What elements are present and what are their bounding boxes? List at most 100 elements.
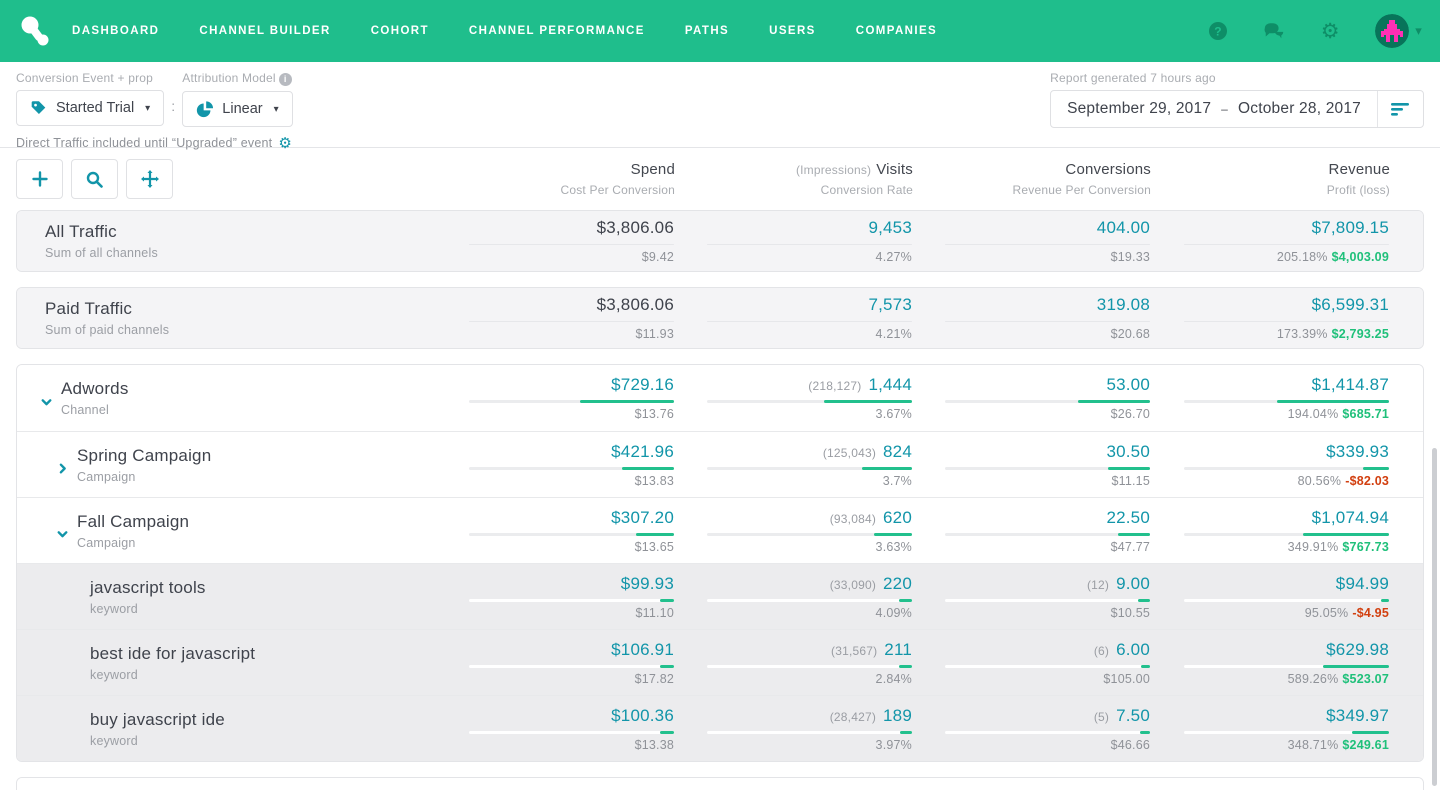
spend-cell: $99.93$11.10 (436, 574, 674, 620)
spend-bar-fill (660, 665, 674, 668)
visits-pre-value: (93,084) (830, 512, 876, 526)
nav-item-channel-performance[interactable]: CHANNEL PERFORMANCE (469, 25, 645, 37)
column-subtitle: Cost Per Conversion (437, 183, 675, 197)
conversions-bar-track (945, 731, 1150, 734)
table-row[interactable]: javascript tools keyword $99.93$11.10(33… (17, 563, 1423, 629)
note-gear-icon[interactable]: ⚙ (278, 134, 292, 152)
visits-sub-value: 3.7% (883, 474, 912, 488)
visits-bar-fill (824, 400, 912, 403)
table-row[interactable]: All Traffic Sum of all channels $3,806.0… (17, 211, 1423, 271)
column-title: Visits (876, 161, 913, 178)
conversions-bar-fill (1108, 467, 1150, 470)
table-row[interactable]: best ide for javascript keyword $106.91$… (17, 629, 1423, 695)
revenue-bar-track (1184, 321, 1389, 322)
channel-table: All Traffic Sum of all channels $3,806.0… (0, 210, 1440, 790)
conversions-bar-track (945, 400, 1150, 403)
conversion-event-dropdown[interactable]: Started Trial ▾ (16, 90, 164, 126)
avatar[interactable] (1375, 14, 1409, 48)
visits-bar-fill (899, 599, 912, 602)
search-icon (86, 171, 103, 188)
date-range[interactable]: September 29, 2017 – October 28, 2017 (1051, 100, 1377, 118)
conversion-event-value: Started Trial (56, 100, 134, 116)
roi-percent: 589.26% (1288, 672, 1339, 686)
user-menu[interactable]: ▾ (1375, 14, 1422, 48)
table-row[interactable]: Paid Traffic Sum of paid channels $3,806… (17, 288, 1423, 348)
report-generated-label: Report generated 7 hours ago (1050, 71, 1424, 85)
visits-bar-track (707, 665, 912, 668)
search-button[interactable] (71, 159, 118, 199)
revenue-value: $94.99 (1336, 574, 1389, 593)
column-header-revenue[interactable]: RevenueProfit (loss) (1151, 161, 1424, 197)
table-row[interactable]: Video Channel $380.9067514.00$944.07 (17, 778, 1423, 790)
table-row[interactable]: Spring Campaign Campaign $421.96$13.83(1… (17, 431, 1423, 497)
add-button[interactable] (16, 159, 63, 199)
table-row[interactable]: Adwords Channel $729.16$13.76(218,127)1,… (17, 365, 1423, 431)
revenue-bar-fill (1363, 467, 1389, 470)
visits-pre-value: (125,043) (823, 446, 876, 460)
visits-value: 1,444 (868, 375, 912, 394)
revenue-bar-track (1184, 467, 1389, 470)
column-header-visits[interactable]: (Impressions) Visits Conversion Rate (675, 161, 913, 197)
nav-item-dashboard[interactable]: DASHBOARD (72, 25, 159, 37)
caret-down-icon: ▾ (274, 104, 279, 115)
revenue-value: $1,414.87 (1312, 375, 1389, 394)
visits-value: 9,453 (868, 218, 912, 237)
roi-percent: 349.91% (1288, 540, 1339, 554)
visits-value: 7,573 (868, 295, 912, 314)
profit-value: $767.73 (1342, 540, 1389, 554)
filter-bar: Conversion Event + prop Started Trial ▾ … (0, 62, 1440, 148)
conversions-cell: 53.00$26.70 (912, 375, 1150, 421)
date-end: October 28, 2017 (1238, 100, 1361, 118)
info-icon[interactable]: i (279, 73, 292, 86)
spend-bar-fill (580, 400, 674, 403)
chevron-right-icon[interactable] (47, 462, 77, 475)
spend-sub-value: $9.42 (642, 250, 674, 264)
attribution-logo[interactable] (18, 14, 52, 48)
chevron-down-icon[interactable] (47, 528, 77, 541)
conversions-value: 22.50 (1106, 508, 1150, 527)
conversions-value: 404.00 (1097, 218, 1150, 237)
spend-bar-track (469, 599, 674, 602)
nav-item-users[interactable]: USERS (769, 25, 816, 37)
revenue-cell: $629.98589.26%$523.07 (1150, 640, 1423, 686)
move-button[interactable] (126, 159, 173, 199)
row-subtitle: keyword (90, 602, 206, 616)
filter-icon[interactable] (1377, 91, 1423, 127)
column-header-conversions[interactable]: ConversionsRevenue Per Conversion (913, 161, 1151, 197)
column-pre-label: (Impressions) (796, 163, 871, 177)
spend-value: $3,806.06 (597, 295, 674, 314)
nav-item-paths[interactable]: PATHS (685, 25, 729, 37)
attribution-model-dropdown[interactable]: Linear ▾ (182, 91, 292, 127)
gear-icon[interactable]: ⚙ (1319, 20, 1341, 42)
spend-bar-track (469, 244, 674, 245)
nav-item-channel-builder[interactable]: CHANNEL BUILDER (199, 25, 330, 37)
conversions-cell: 319.08$20.68 (912, 295, 1150, 341)
conversions-pre-value: (6) (1094, 644, 1109, 658)
revenue-cell: $94.9995.05%-$4.95 (1150, 574, 1423, 620)
spend-sub-value: $13.76 (635, 407, 674, 421)
table-row[interactable]: Fall Campaign Campaign $307.20$13.65(93,… (17, 497, 1423, 563)
vertical-scrollbar[interactable] (1432, 448, 1437, 786)
column-subtitle: Conversion Rate (675, 183, 913, 197)
help-icon[interactable]: ? (1207, 20, 1229, 42)
column-subtitle: Profit (loss) (1151, 183, 1390, 197)
table-row[interactable]: buy javascript ide keyword $100.36$13.38… (17, 695, 1423, 761)
conversions-bar-fill (1118, 533, 1150, 536)
spend-sub-value: $17.82 (635, 672, 674, 686)
conversions-bar-fill (1138, 599, 1150, 602)
table-card: Paid Traffic Sum of paid channels $3,806… (16, 287, 1424, 349)
visits-value: 189 (883, 706, 912, 725)
nav-item-cohort[interactable]: COHORT (371, 25, 429, 37)
column-header-spend[interactable]: SpendCost Per Conversion (437, 161, 675, 197)
conversions-sub-value: $105.00 (1103, 672, 1150, 686)
chat-icon[interactable] (1263, 20, 1285, 42)
visits-bar-track (707, 400, 912, 403)
visits-sub-value: 4.27% (876, 250, 912, 264)
nav-item-companies[interactable]: COMPANIES (856, 25, 937, 37)
date-separator: – (1221, 102, 1228, 116)
main-nav: DASHBOARD CHANNEL BUILDER COHORT CHANNEL PE… (72, 25, 937, 37)
conversions-cell: (6)6.00$105.00 (912, 640, 1150, 686)
roi-percent: 80.56% (1298, 474, 1342, 488)
chevron-down-icon[interactable] (31, 396, 61, 409)
roi-percent: 194.04% (1288, 407, 1339, 421)
